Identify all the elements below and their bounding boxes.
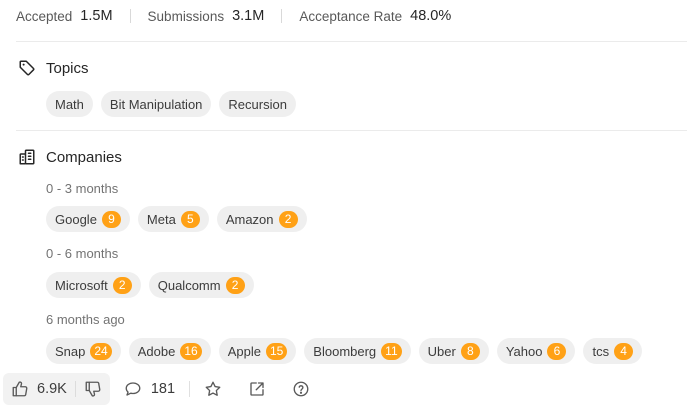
frequency-badge: 4	[614, 342, 634, 360]
accepted-label: Accepted	[16, 8, 73, 24]
divider	[189, 381, 191, 397]
comments-button[interactable]: 181	[118, 380, 181, 398]
company-chip-meta[interactable]: Meta 5	[137, 206, 209, 232]
acceptance-rate-value: 48.0%	[410, 8, 452, 24]
favorite-button[interactable]	[198, 380, 228, 398]
company-chip-bloomberg[interactable]: Bloomberg 11	[304, 338, 411, 364]
company-name: Qualcomm	[157, 277, 221, 293]
frequency-badge: 16	[180, 342, 202, 360]
comment-icon	[125, 382, 141, 396]
company-chip-tcs[interactable]: tcs 4	[583, 338, 643, 364]
company-chip-amazon[interactable]: Amazon 2	[216, 206, 307, 232]
frequency-badge: 2	[112, 276, 132, 294]
divider	[281, 9, 283, 23]
companies-title: Companies	[46, 148, 122, 166]
acceptance-rate-label: Acceptance Rate	[299, 8, 403, 24]
divider	[129, 9, 131, 23]
section-divider	[16, 130, 687, 131]
frequency-badge: 5	[180, 210, 200, 228]
company-name: Snap	[55, 343, 86, 359]
thumbs-up-icon	[12, 381, 28, 397]
company-chip-snap[interactable]: Snap 24	[46, 338, 121, 364]
company-chip-yahoo[interactable]: Yahoo 6	[496, 338, 576, 364]
topics-title: Topics	[46, 59, 89, 77]
comment-count: 181	[150, 381, 176, 397]
like-count: 6.9K	[37, 381, 67, 397]
company-chip-google[interactable]: Google 9	[46, 206, 130, 232]
company-name: Yahoo	[505, 343, 543, 359]
like-button[interactable]: 6.9K	[3, 373, 75, 405]
submissions-label: Submissions	[147, 8, 225, 24]
section-divider	[16, 41, 687, 42]
companies-header[interactable]: Companies	[18, 148, 122, 166]
company-chip-adobe[interactable]: Adobe 16	[128, 338, 211, 364]
star-icon	[205, 381, 221, 396]
company-group-label: 0 - 3 months	[46, 181, 119, 196]
company-name: Google	[55, 211, 97, 227]
company-group-label: 6 months ago	[46, 312, 125, 327]
dislike-button[interactable]	[76, 373, 110, 405]
acceptance-rate-stat: Acceptance Rate 48.0%	[299, 8, 451, 24]
help-icon	[293, 381, 309, 397]
frequency-badge: 6	[547, 342, 567, 360]
topic-chip[interactable]: Recursion	[219, 91, 296, 117]
help-button[interactable]	[286, 380, 316, 398]
company-name: Uber	[427, 343, 456, 359]
company-group-label: 0 - 6 months	[46, 246, 119, 261]
company-name: Meta	[146, 211, 176, 227]
company-chip-microsoft[interactable]: Microsoft 2	[46, 272, 141, 298]
submissions-stat: Submissions 3.1M	[148, 8, 265, 24]
tag-icon	[19, 60, 35, 76]
vote-group: 6.9K	[3, 373, 110, 405]
frequency-badge: 8	[460, 342, 480, 360]
frequency-badge: 15	[265, 342, 288, 360]
company-chip-uber[interactable]: Uber 8	[418, 338, 489, 364]
stats-bar: Accepted 1.5M Submissions 3.1M Acceptanc…	[16, 6, 451, 26]
action-bar: 6.9K 181	[0, 373, 316, 405]
accepted-stat: Accepted 1.5M	[16, 8, 113, 24]
accepted-value: 1.5M	[80, 8, 113, 24]
frequency-badge: 2	[225, 276, 245, 294]
building-icon	[19, 149, 35, 165]
company-name: Bloomberg	[313, 343, 377, 359]
company-list: Microsoft 2 Qualcomm 2	[46, 272, 254, 298]
company-name: Apple	[227, 343, 261, 359]
frequency-badge: 11	[381, 342, 402, 360]
company-name: tcs	[592, 343, 610, 359]
share-icon	[250, 382, 264, 396]
topic-chip[interactable]: Math	[46, 91, 93, 117]
topic-chip[interactable]: Bit Manipulation	[100, 91, 212, 117]
company-list: Google 9 Meta 5 Amazon 2	[46, 206, 307, 232]
thumbs-down-icon	[85, 381, 101, 397]
company-name: Amazon	[225, 211, 274, 227]
topics-header[interactable]: Topics	[18, 59, 89, 77]
company-name: Adobe	[137, 343, 176, 359]
company-chip-qualcomm[interactable]: Qualcomm 2	[148, 272, 254, 298]
company-name: Microsoft	[55, 277, 108, 293]
company-chip-apple[interactable]: Apple 15	[218, 338, 297, 364]
share-button[interactable]	[242, 380, 272, 398]
frequency-badge: 9	[101, 210, 121, 228]
topics-list: Math Bit Manipulation Recursion	[46, 91, 296, 117]
frequency-badge: 24	[90, 342, 112, 360]
company-list: Snap 24 Adobe 16 Apple 15 Bloomberg 11 Uber 8…	[46, 338, 643, 364]
submissions-value: 3.1M	[232, 8, 265, 24]
frequency-badge: 2	[278, 210, 298, 228]
